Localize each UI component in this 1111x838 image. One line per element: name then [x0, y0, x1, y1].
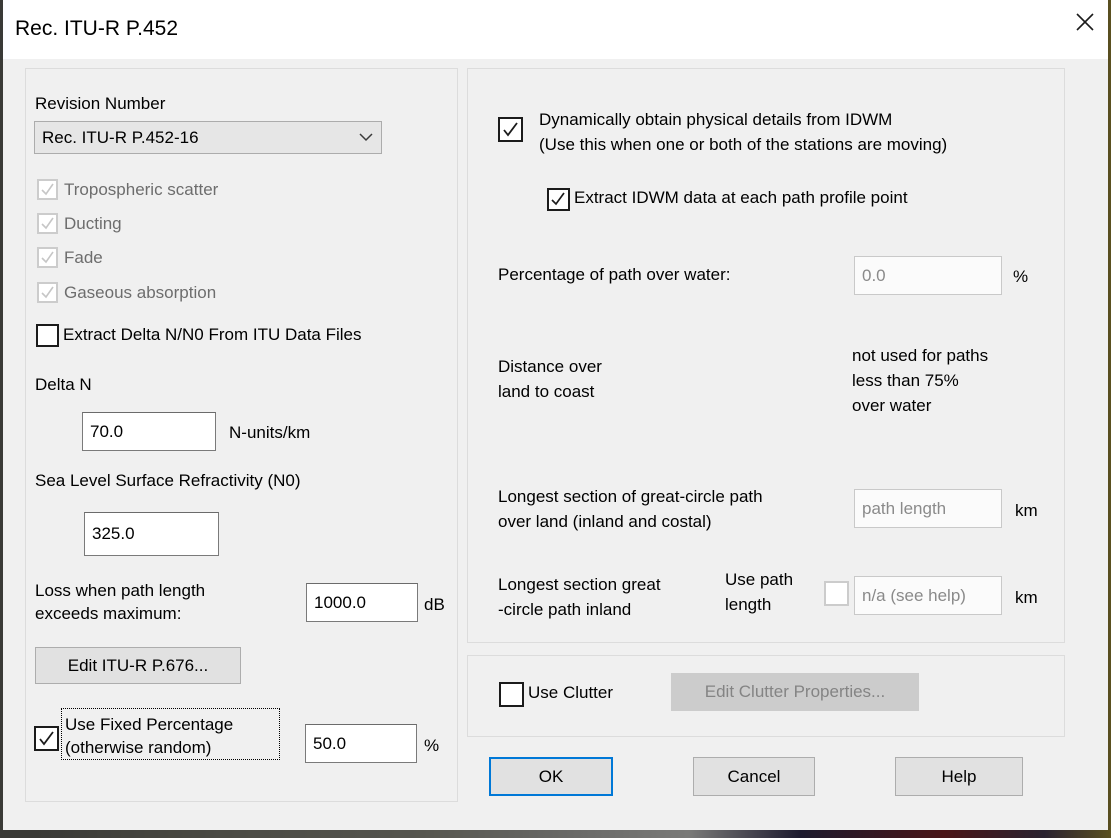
label-delta-n: Delta N [35, 375, 92, 394]
label-use-path-length-line2: length [725, 595, 772, 614]
label-use-clutter: Use Clutter [528, 683, 614, 702]
note-line2: less than 75% [852, 371, 959, 390]
dialog-window: Rec. ITU-R P.452 Revision Number Rec. IT… [3, 0, 1108, 830]
n0-value: 325.0 [92, 524, 135, 543]
loss-value: 1000.0 [314, 592, 366, 612]
longest-inland-value: n/a (see help) [862, 585, 966, 605]
checkbox-use-fixed-percentage[interactable] [34, 726, 59, 751]
fixed-percentage-value: 50.0 [313, 733, 347, 753]
checkbox-dynamically-obtain-idwm[interactable] [498, 117, 523, 142]
longest-land-input: path length [854, 489, 1002, 528]
label-longest-land-units: km [1015, 501, 1038, 520]
label-dynamically-obtain-idwm-line1: Dynamically obtain physical details from… [539, 110, 893, 129]
window-title: Rec. ITU-R P.452 [15, 17, 179, 40]
label-percentage-path-over-water: Percentage of path over water: [498, 265, 731, 284]
fixed-percentage-input[interactable]: 50.0 [305, 724, 417, 763]
checkbox-fade [37, 247, 58, 268]
label-percentage-units: % [1013, 267, 1029, 286]
edit-itu-676-label: Edit ITU-R P.676... [67, 655, 209, 675]
label-longest-inland-line1: Longest section great [498, 575, 661, 594]
ok-button-label: OK [538, 766, 564, 786]
label-use-fixed-percentage-line2: (otherwise random) [65, 738, 212, 757]
label-longest-land-line2: over land (inland and costal) [498, 512, 712, 531]
note-line3: over water [852, 396, 932, 415]
clutter-group: Use Clutter Edit Clutter Properties... [467, 655, 1065, 737]
label-distance-over-land-line1: Distance over [498, 357, 602, 376]
revision-number-label: Revision Number [35, 94, 166, 113]
delta-n-input[interactable]: 70.0 [82, 412, 216, 451]
edit-clutter-properties-label: Edit Clutter Properties... [704, 682, 886, 701]
title-bar: Rec. ITU-R P.452 [3, 0, 1108, 59]
checkbox-use-path-length [824, 581, 849, 606]
revision-number-value: Rec. ITU-R P.452-16 [42, 127, 199, 147]
label-delta-n-units: N-units/km [229, 423, 311, 442]
screen: Rec. ITU-R P.452 Revision Number Rec. IT… [0, 0, 1111, 838]
checkbox-extract-delta-n[interactable] [36, 324, 59, 347]
longest-inland-input: n/a (see help) [854, 576, 1002, 615]
checkbox-ducting [37, 213, 58, 234]
label-ducting: Ducting [64, 214, 122, 233]
revision-number-select[interactable]: Rec. ITU-R P.452-16 [34, 121, 382, 154]
checkbox-use-clutter[interactable] [499, 682, 524, 707]
idwm-path-group: Dynamically obtain physical details from… [467, 68, 1065, 643]
label-extract-delta-n: Extract Delta N/N0 From ITU Data Files [63, 325, 362, 344]
checkbox-gaseous-absorption [37, 282, 58, 303]
label-longest-inland-units: km [1015, 588, 1038, 607]
label-loss-line1: Loss when path length [35, 581, 206, 600]
label-loss-units: dB [424, 595, 445, 614]
edit-itu-676-button[interactable]: Edit ITU-R P.676... [35, 647, 241, 684]
label-sea-level-refractivity: Sea Level Surface Refractivity (N0) [35, 471, 301, 490]
label-loss-line2: exceeds maximum: [35, 604, 182, 623]
checkbox-tropospheric-scatter [37, 179, 58, 200]
label-use-path-length-line1: Use path [725, 570, 794, 589]
help-button[interactable]: Help [895, 757, 1023, 796]
label-longest-inland-line2: -circle path inland [498, 600, 632, 619]
label-fade: Fade [64, 248, 103, 267]
n0-input[interactable]: 325.0 [84, 512, 219, 556]
delta-n-value: 70.0 [90, 421, 124, 441]
ok-button[interactable]: OK [489, 757, 613, 796]
dialog-client-area: Revision Number Rec. ITU-R P.452-16 Trop… [3, 59, 1108, 830]
label-gaseous-absorption: Gaseous absorption [64, 283, 217, 302]
label-longest-land-line1: Longest section of great-circle path [498, 487, 763, 506]
label-fixed-percentage-units: % [424, 736, 440, 755]
label-distance-over-land-line2: land to coast [498, 382, 595, 401]
chevron-down-icon [351, 133, 381, 142]
longest-land-value: path length [862, 498, 947, 518]
percentage-path-over-water-value: 0.0 [862, 265, 886, 285]
label-dynamically-obtain-idwm-line2: (Use this when one or both of the statio… [539, 135, 948, 154]
cancel-button[interactable]: Cancel [693, 757, 815, 796]
note-line1: not used for paths [852, 346, 989, 365]
loss-input[interactable]: 1000.0 [306, 583, 418, 622]
close-icon[interactable] [1062, 0, 1108, 43]
label-tropospheric-scatter: Tropospheric scatter [64, 180, 219, 199]
propagation-settings-group: Revision Number Rec. ITU-R P.452-16 Trop… [25, 68, 458, 802]
label-use-fixed-percentage-line1: Use Fixed Percentage [65, 715, 234, 734]
edit-clutter-properties-button: Edit Clutter Properties... [671, 673, 919, 711]
label-extract-idwm-data: Extract IDWM data at each path profile p… [574, 188, 908, 207]
checkbox-extract-idwm-data[interactable] [547, 188, 570, 211]
cancel-button-label: Cancel [727, 766, 781, 786]
percentage-path-over-water-input: 0.0 [854, 256, 1002, 295]
help-button-label: Help [941, 766, 977, 786]
